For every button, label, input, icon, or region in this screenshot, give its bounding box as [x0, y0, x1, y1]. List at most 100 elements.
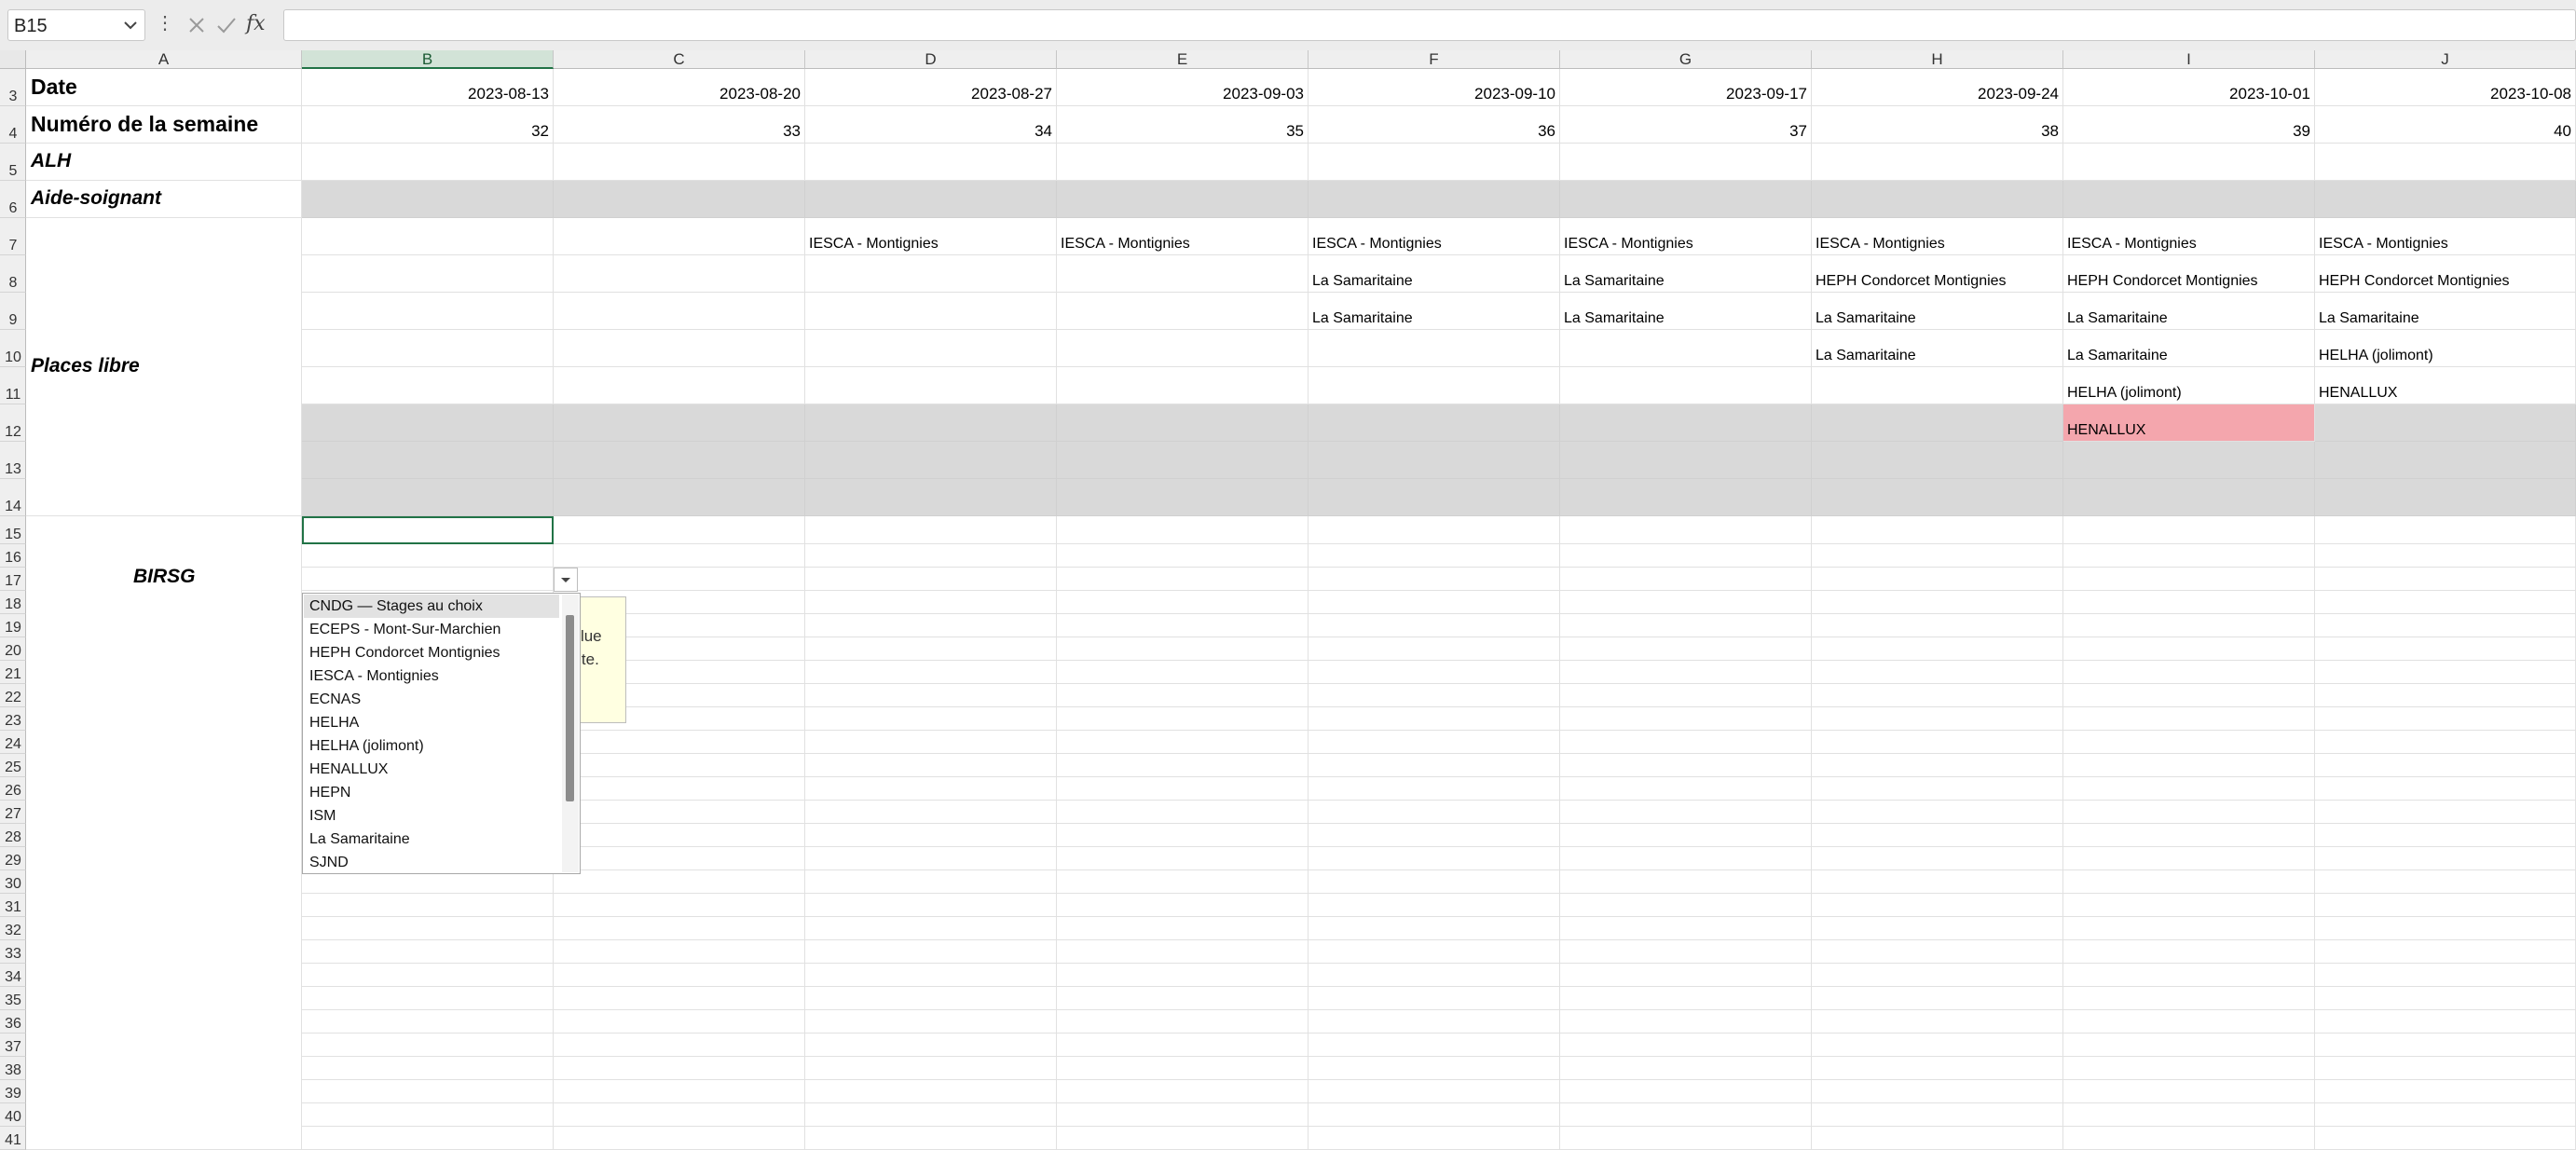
cell-i7[interactable]: IESCA - Montignies	[2063, 218, 2315, 255]
cell-f17[interactable]	[1309, 568, 1560, 591]
cell-c28[interactable]	[554, 824, 805, 847]
row-header-17[interactable]: 17	[0, 568, 26, 591]
scrollbar-thumb[interactable]	[566, 615, 574, 801]
cell-b8[interactable]	[302, 255, 554, 293]
column-header-f[interactable]: F	[1309, 50, 1560, 69]
cell-b7[interactable]	[302, 218, 554, 255]
cell-i32[interactable]	[2063, 917, 2315, 940]
row-header-19[interactable]: 19	[0, 614, 26, 637]
cell-j16[interactable]	[2315, 544, 2576, 568]
cell-b13[interactable]	[302, 442, 554, 479]
cell-a15[interactable]	[26, 516, 302, 1150]
dropdown-option[interactable]: CNDG — Stages au choix	[304, 595, 559, 618]
cell-c5[interactable]	[554, 144, 805, 181]
cell-d9[interactable]	[805, 293, 1057, 330]
cell-i35[interactable]	[2063, 987, 2315, 1010]
cell-i16[interactable]	[2063, 544, 2315, 568]
cell-d30[interactable]	[805, 870, 1057, 894]
cell-c12[interactable]	[554, 404, 805, 442]
cell-g22[interactable]	[1560, 684, 1812, 707]
cell-b6[interactable]	[302, 181, 554, 218]
row-header-35[interactable]: 35	[0, 987, 26, 1010]
cell-j24[interactable]	[2315, 731, 2576, 754]
column-header-j[interactable]: J	[2315, 50, 2576, 69]
cell-f38[interactable]	[1309, 1057, 1560, 1080]
cell-g18[interactable]	[1560, 591, 1812, 614]
row-header-6[interactable]: 6	[0, 181, 26, 218]
row-header-25[interactable]: 25	[0, 754, 26, 777]
cell-i24[interactable]	[2063, 731, 2315, 754]
cell-c9[interactable]	[554, 293, 805, 330]
dropdown-option[interactable]: IESCA - Montignies	[304, 664, 559, 688]
cell-j40[interactable]	[2315, 1103, 2576, 1127]
cell-g40[interactable]	[1560, 1103, 1812, 1127]
cell-e14[interactable]	[1057, 479, 1309, 516]
row-header-33[interactable]: 33	[0, 940, 26, 964]
row-header-22[interactable]: 22	[0, 684, 26, 707]
cell-g29[interactable]	[1560, 847, 1812, 870]
cell-f6[interactable]	[1309, 181, 1560, 218]
cell-h21[interactable]	[1812, 661, 2063, 684]
cell-d32[interactable]	[805, 917, 1057, 940]
cell-j17[interactable]	[2315, 568, 2576, 591]
cell-j4[interactable]: 40	[2315, 106, 2576, 144]
cell-i10[interactable]: La Samaritaine	[2063, 330, 2315, 367]
cell-g24[interactable]	[1560, 731, 1812, 754]
row-header-20[interactable]: 20	[0, 637, 26, 661]
cell-d22[interactable]	[805, 684, 1057, 707]
cell-h26[interactable]	[1812, 777, 2063, 801]
cell-h11[interactable]	[1812, 367, 2063, 404]
dropdown-option[interactable]: HEPN	[304, 781, 559, 804]
cell-g23[interactable]	[1560, 707, 1812, 731]
row-header-13[interactable]: 13	[0, 442, 26, 479]
cell-h20[interactable]	[1812, 637, 2063, 661]
row-header-36[interactable]: 36	[0, 1010, 26, 1034]
cell-g3[interactable]: 2023-09-17	[1560, 69, 1812, 106]
cell-e38[interactable]	[1057, 1057, 1309, 1080]
cell-d28[interactable]	[805, 824, 1057, 847]
cell-c3[interactable]: 2023-08-20	[554, 69, 805, 106]
cell-j5[interactable]	[2315, 144, 2576, 181]
cell-e36[interactable]	[1057, 1010, 1309, 1034]
cell-j27[interactable]	[2315, 801, 2576, 824]
cell-i11[interactable]: HELHA (jolimont)	[2063, 367, 2315, 404]
cell-f29[interactable]	[1309, 847, 1560, 870]
row-header-14[interactable]: 14	[0, 479, 26, 516]
cell-b34[interactable]	[302, 964, 554, 987]
cell-f25[interactable]	[1309, 754, 1560, 777]
cell-c32[interactable]	[554, 917, 805, 940]
cell-j8[interactable]: HEPH Condorcet Montignies	[2315, 255, 2576, 293]
cell-i41[interactable]	[2063, 1127, 2315, 1150]
row-header-27[interactable]: 27	[0, 801, 26, 824]
cell-g11[interactable]	[1560, 367, 1812, 404]
cell-j21[interactable]	[2315, 661, 2576, 684]
cell-d39[interactable]	[805, 1080, 1057, 1103]
cell-j39[interactable]	[2315, 1080, 2576, 1103]
cell-g7[interactable]: IESCA - Montignies	[1560, 218, 1812, 255]
cell-g10[interactable]	[1560, 330, 1812, 367]
cell-f22[interactable]	[1309, 684, 1560, 707]
dropdown-option[interactable]: La Samaritaine	[304, 828, 559, 851]
cell-f40[interactable]	[1309, 1103, 1560, 1127]
column-header-a[interactable]: A	[26, 50, 302, 69]
cell-f19[interactable]	[1309, 614, 1560, 637]
cell-c36[interactable]	[554, 1010, 805, 1034]
cell-f24[interactable]	[1309, 731, 1560, 754]
cell-b9[interactable]	[302, 293, 554, 330]
cell-e31[interactable]	[1057, 894, 1309, 917]
cell-f15[interactable]	[1309, 516, 1560, 544]
cell-f10[interactable]	[1309, 330, 1560, 367]
cell-d12[interactable]	[805, 404, 1057, 442]
cell-f39[interactable]	[1309, 1080, 1560, 1103]
close-icon[interactable]	[183, 10, 211, 40]
cell-d38[interactable]	[805, 1057, 1057, 1080]
cell-f21[interactable]	[1309, 661, 1560, 684]
cell-d25[interactable]	[805, 754, 1057, 777]
cell-h29[interactable]	[1812, 847, 2063, 870]
cell-f36[interactable]	[1309, 1010, 1560, 1034]
row-header-39[interactable]: 39	[0, 1080, 26, 1103]
cell-e4[interactable]: 35	[1057, 106, 1309, 144]
cell-d19[interactable]	[805, 614, 1057, 637]
cell-d6[interactable]	[805, 181, 1057, 218]
cell-d20[interactable]	[805, 637, 1057, 661]
